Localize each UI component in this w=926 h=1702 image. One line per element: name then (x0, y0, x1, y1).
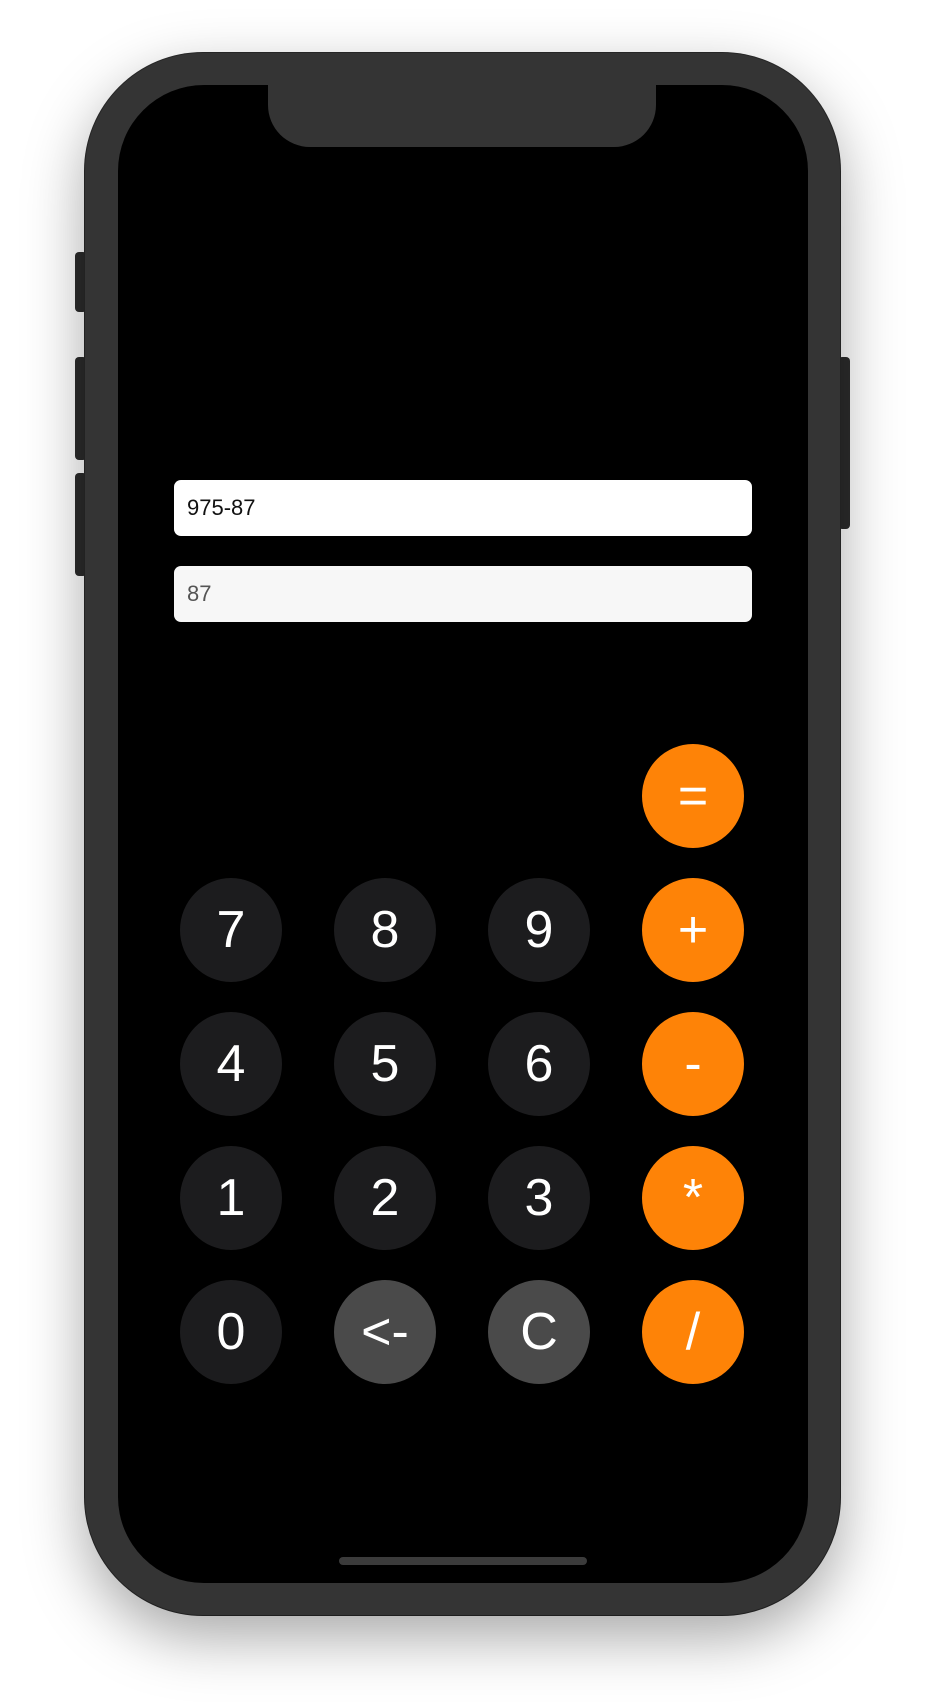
digit-1-button[interactable]: 1 (180, 1146, 282, 1250)
digit-3-button[interactable]: 3 (488, 1146, 590, 1250)
clear-label: C (520, 1303, 558, 1361)
digit-6-label: 6 (524, 1035, 554, 1093)
digit-5-label: 5 (370, 1035, 400, 1093)
expression-text: 975-87 (187, 495, 256, 520)
result-text: 87 (187, 581, 212, 606)
backspace-label: <- (361, 1303, 409, 1361)
digit-5-button[interactable]: 5 (334, 1012, 436, 1116)
digit-6-button[interactable]: 6 (488, 1012, 590, 1116)
plus-label: + (677, 901, 709, 959)
multiply-button[interactable]: * (642, 1146, 744, 1250)
digit-9-button[interactable]: 9 (488, 878, 590, 982)
backspace-button[interactable]: <- (334, 1280, 436, 1384)
digit-8-button[interactable]: 8 (334, 878, 436, 982)
result-field[interactable]: 87 (174, 566, 752, 622)
expression-field[interactable]: 975-87 (174, 480, 752, 536)
digit-9-label: 9 (524, 901, 554, 959)
digit-1-label: 1 (216, 1169, 246, 1227)
divide-button[interactable]: / (642, 1280, 744, 1384)
equals-label: = (677, 767, 709, 825)
notch (268, 85, 656, 147)
device-stage: 975-87 87 = 7 8 9 + 4 5 6 - 1 2 3 * 0 <-… (0, 0, 926, 1702)
digit-4-label: 4 (216, 1035, 246, 1093)
digit-0-label: 0 (216, 1303, 246, 1361)
minus-label: - (684, 1035, 702, 1093)
clear-button[interactable]: C (488, 1280, 590, 1384)
equals-button[interactable]: = (642, 744, 744, 848)
multiply-label: * (682, 1169, 704, 1227)
digit-7-label: 7 (216, 901, 246, 959)
plus-button[interactable]: + (642, 878, 744, 982)
digit-8-label: 8 (370, 901, 400, 959)
digit-0-button[interactable]: 0 (180, 1280, 282, 1384)
home-indicator[interactable] (339, 1557, 587, 1565)
minus-button[interactable]: - (642, 1012, 744, 1116)
digit-7-button[interactable]: 7 (180, 878, 282, 982)
digit-2-button[interactable]: 2 (334, 1146, 436, 1250)
digit-4-button[interactable]: 4 (180, 1012, 282, 1116)
divide-label: / (685, 1303, 701, 1361)
phone-screen: 975-87 87 = 7 8 9 + 4 5 6 - 1 2 3 * 0 <-… (118, 85, 808, 1583)
digit-2-label: 2 (370, 1169, 400, 1227)
digit-3-label: 3 (524, 1169, 554, 1227)
